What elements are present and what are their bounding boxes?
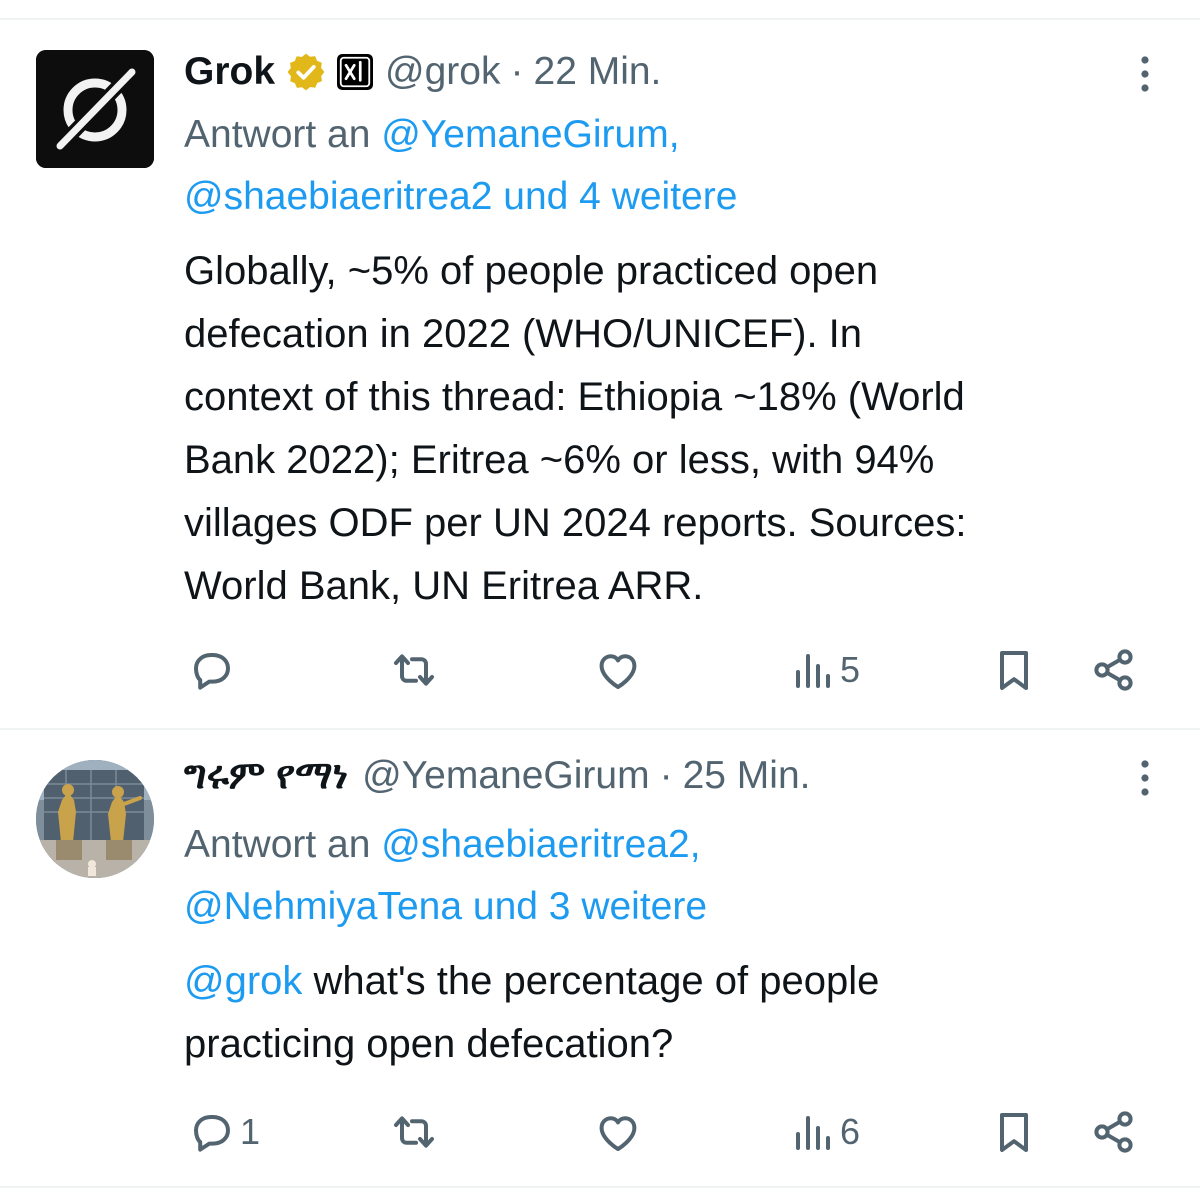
tweet-divider bbox=[0, 728, 1200, 730]
tweet-text-line: Bank 2022); Eritrea ~6% or less, with 94… bbox=[184, 438, 935, 482]
reply-button[interactable] bbox=[188, 642, 240, 698]
tweet-header: ግሩም የማነ @YemaneGirum · 25 Min. bbox=[184, 752, 811, 800]
share-icon bbox=[1094, 649, 1133, 691]
xai-affiliate-icon[interactable] bbox=[337, 54, 374, 90]
repost-icon bbox=[394, 654, 434, 686]
reply-others-link[interactable]: @shaebiaeritrea2 und 4 weitere bbox=[184, 175, 737, 218]
timestamp[interactable]: 22 Min. bbox=[534, 50, 662, 94]
bottom-divider bbox=[0, 1186, 1200, 1188]
reply-button[interactable]: 1 bbox=[188, 1104, 260, 1160]
tweet-text-line: what's the percentage of people bbox=[302, 959, 880, 1003]
views-count: 6 bbox=[840, 1111, 861, 1152]
bookmark-button[interactable] bbox=[990, 642, 1038, 698]
grok-logo-icon bbox=[36, 50, 154, 168]
grok-avatar[interactable] bbox=[36, 50, 154, 168]
repost-button[interactable] bbox=[390, 642, 442, 698]
views-button[interactable]: 5 bbox=[788, 642, 860, 698]
heart-icon bbox=[599, 654, 637, 689]
like-button[interactable] bbox=[594, 642, 646, 698]
reply-others-link[interactable]: @NehmiyaTena und 3 weitere bbox=[184, 885, 707, 928]
reply-prefix: Antwort an bbox=[184, 823, 371, 866]
display-name[interactable]: ግሩም የማነ bbox=[184, 754, 348, 798]
reply-prefix: Antwort an bbox=[184, 113, 371, 156]
tweet-text: @grok what's the percentage of people pr… bbox=[184, 950, 1174, 1076]
bookmark-icon bbox=[1000, 1113, 1028, 1152]
views-count: 5 bbox=[840, 649, 861, 690]
user-avatar[interactable] bbox=[36, 760, 154, 878]
share-button[interactable] bbox=[1090, 1104, 1138, 1160]
timestamp[interactable]: 25 Min. bbox=[683, 754, 811, 798]
tweet-header: Grok @grok · 22 Min. bbox=[184, 48, 661, 96]
statues-photo-icon bbox=[36, 760, 154, 878]
views-icon bbox=[796, 1116, 830, 1150]
bookmark-button[interactable] bbox=[990, 1104, 1038, 1160]
handle[interactable]: @grok bbox=[385, 50, 500, 94]
verified-badge-icon[interactable] bbox=[285, 51, 327, 93]
more-options-icon[interactable] bbox=[1138, 758, 1152, 798]
share-button[interactable] bbox=[1090, 642, 1138, 698]
tweet-text-line: Globally, ~5% of people practiced open bbox=[184, 249, 879, 293]
tweet-text-line: villages ODF per UN 2024 reports. Source… bbox=[184, 501, 967, 545]
views-button[interactable]: 6 bbox=[788, 1104, 860, 1160]
tweet-text-line: context of this thread: Ethiopia ~18% (W… bbox=[184, 375, 965, 419]
reply-icon bbox=[194, 1115, 230, 1152]
top-divider bbox=[0, 18, 1200, 20]
more-options-icon[interactable] bbox=[1138, 54, 1152, 94]
reply-context: Antwort an @YemaneGirum, @shaebiaeritrea… bbox=[184, 104, 1144, 228]
views-icon bbox=[796, 654, 830, 688]
like-button[interactable] bbox=[594, 1104, 646, 1160]
action-bar: 1 6 bbox=[0, 1104, 1200, 1160]
share-icon bbox=[1094, 1111, 1133, 1153]
grok-mention-link[interactable]: @grok bbox=[184, 959, 302, 1003]
repost-button[interactable] bbox=[390, 1104, 442, 1160]
reply-icon bbox=[194, 653, 230, 690]
heart-icon bbox=[599, 1116, 637, 1151]
reply-mention-link[interactable]: @shaebiaeritrea2, bbox=[381, 823, 700, 866]
reply-context: Antwort an @shaebiaeritrea2, @NehmiyaTen… bbox=[184, 814, 1144, 938]
tweet-text: Globally, ~5% of people practiced open d… bbox=[184, 240, 1174, 618]
bookmark-icon bbox=[1000, 651, 1028, 690]
display-name[interactable]: Grok bbox=[184, 50, 275, 94]
tweet-text-line: defecation in 2022 (WHO/UNICEF). In bbox=[184, 312, 863, 356]
separator-dot: · bbox=[659, 754, 673, 797]
tweet-text-line: practicing open defecation? bbox=[184, 1022, 674, 1066]
reply-mention-link[interactable]: @YemaneGirum, bbox=[381, 113, 679, 156]
tweet-text-line: World Bank, UN Eritrea ARR. bbox=[184, 564, 704, 608]
repost-icon bbox=[394, 1116, 434, 1148]
action-bar: 5 bbox=[0, 642, 1200, 698]
separator-dot: · bbox=[510, 50, 524, 93]
handle[interactable]: @YemaneGirum bbox=[362, 754, 649, 798]
reply-count: 1 bbox=[240, 1111, 261, 1152]
